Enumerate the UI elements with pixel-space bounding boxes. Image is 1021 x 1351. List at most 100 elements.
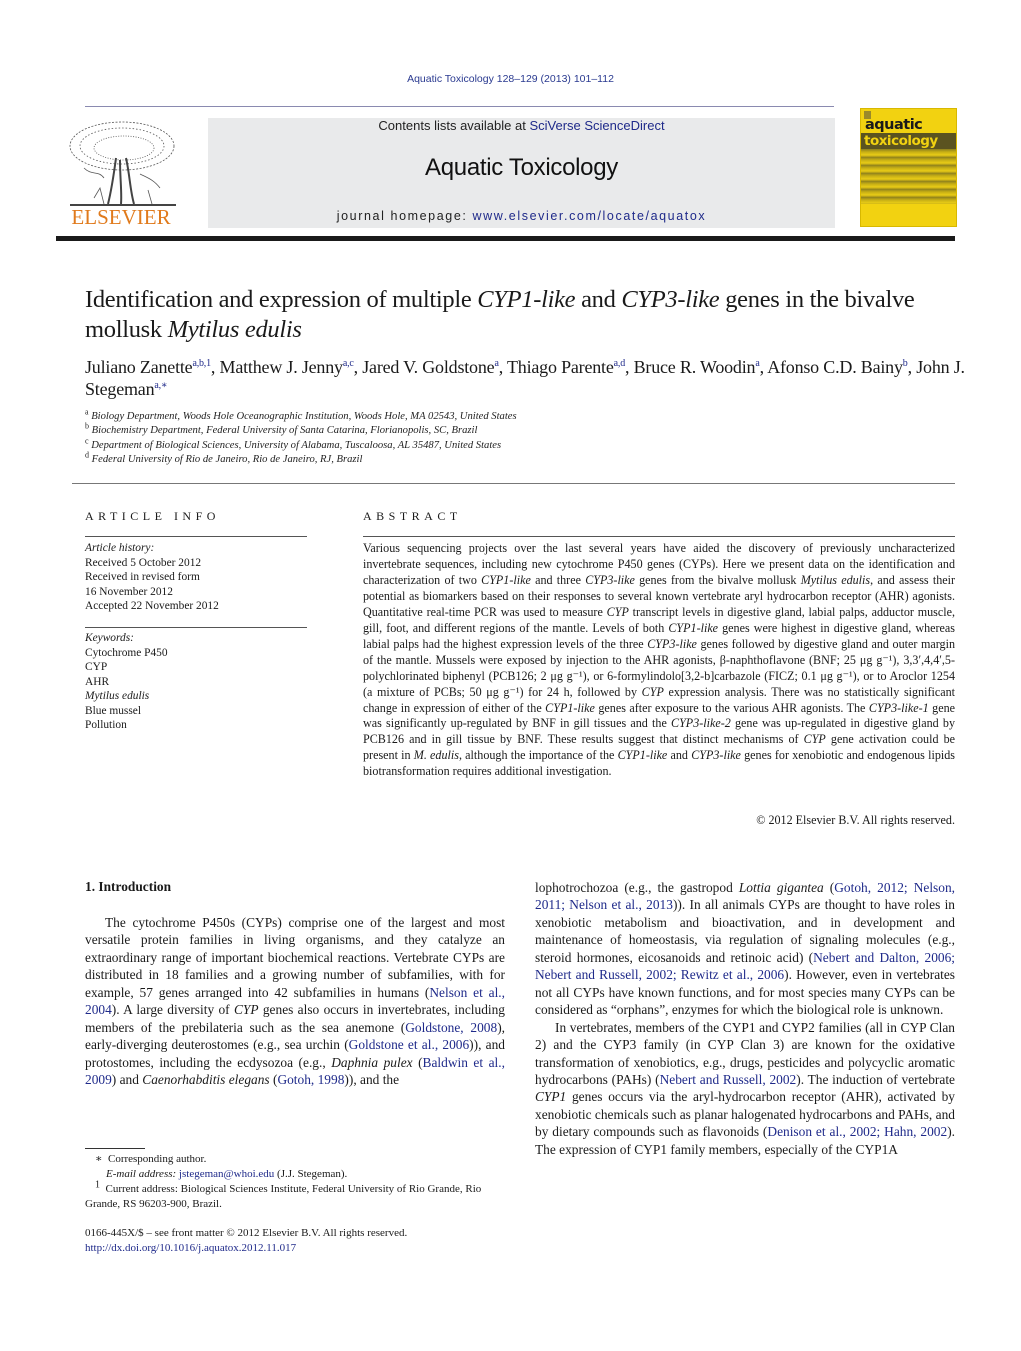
title-species: Mytilus edulis xyxy=(167,316,302,343)
author-name[interactable]: Matthew J. Jenny xyxy=(220,357,343,377)
italic-term: CYP1-like xyxy=(668,620,719,635)
keyword: Blue mussel xyxy=(85,704,142,717)
italic-term: CYP xyxy=(641,684,664,699)
journal-homepage-link[interactable]: www.elsevier.com/locate/aquatox xyxy=(473,209,707,223)
contents-line: Contents lists available at SciVerse Sci… xyxy=(208,118,835,133)
abstract-text: Various sequencing projects over the las… xyxy=(363,541,955,780)
footnote-divider xyxy=(85,1148,145,1149)
cover-title-line1: aquatic xyxy=(865,117,923,133)
italic-term: CYP3-like xyxy=(585,572,635,587)
author-separator: , xyxy=(353,357,363,377)
footnote-text: Corresponding author. xyxy=(107,1153,207,1165)
text-run: genes from the bivalve mollusk xyxy=(634,572,801,587)
text-run: ) and xyxy=(111,1072,143,1088)
title-text: Identification and expression of multipl… xyxy=(85,286,478,313)
header-divider xyxy=(85,106,834,107)
footnote-text: Current address: Biological Sciences Ins… xyxy=(85,1183,482,1210)
author-name[interactable]: Juliano Zanette xyxy=(85,357,193,377)
abstract-divider xyxy=(363,536,955,537)
italic-term: CYP3-like xyxy=(691,748,741,763)
keywords-label: Keywords: xyxy=(85,632,134,644)
affiliation-item: a Biology Department, Woods Hole Oceanog… xyxy=(85,408,685,424)
italic-term: CYP xyxy=(606,604,629,619)
contents-prefix: Contents lists available at xyxy=(378,118,530,133)
author-affiliation-mark[interactable]: a,b,1 xyxy=(192,358,211,369)
history-item: Received 5 October 2012 xyxy=(85,556,202,569)
italic-term: CYP xyxy=(233,1002,259,1018)
email-link[interactable]: jstegeman@whoi.edu xyxy=(179,1168,274,1180)
citation-link[interactable]: Gotoh, 1998 xyxy=(277,1072,344,1087)
italic-term: CYP1-like xyxy=(617,748,668,763)
footnote-mark: ∗ xyxy=(95,1153,103,1165)
elsevier-logo[interactable]: ELSEVIER xyxy=(56,118,186,230)
text-run: ( xyxy=(412,1054,423,1070)
journal-citation-link[interactable]: Aquatic Toxicology 128–129 (2013) 101–11… xyxy=(0,73,1021,85)
article-info-heading: ARTICLE INFO xyxy=(85,509,220,523)
keyword: Mytilus edulis xyxy=(85,690,150,702)
italic-term: Caenorhabditis elegans xyxy=(142,1072,270,1088)
italic-term: Daphnia pulex xyxy=(331,1054,413,1070)
journal-title: Aquatic Toxicology xyxy=(425,154,618,181)
article-info-divider xyxy=(85,536,307,537)
front-matter-issn: 0166-445X/$ – see front matter © 2012 El… xyxy=(85,1227,408,1239)
cover-title-band: toxicology xyxy=(861,133,956,149)
front-matter: 0166-445X/$ – see front matter © 2012 El… xyxy=(85,1226,505,1256)
text-run: ( xyxy=(823,880,835,895)
author-affiliation-mark[interactable]: a,∗ xyxy=(154,380,167,391)
history-item: Received in revised form xyxy=(85,571,200,583)
author-list: Juliano Zanettea,b,1, Matthew J. Jennya,… xyxy=(85,356,965,400)
author-name[interactable]: Jared V. Goldstone xyxy=(362,357,494,377)
keyword: Pollution xyxy=(85,719,127,731)
elsevier-wordmark: ELSEVIER xyxy=(71,205,171,229)
affiliation-divider xyxy=(72,483,955,484)
italic-term: CYP xyxy=(803,732,826,747)
author-separator: , xyxy=(498,357,507,377)
text-run: genes after exposure to the various AHR … xyxy=(594,700,869,715)
title-gene-1: CYP1-like xyxy=(477,286,576,313)
author-name[interactable]: Afonso C.D. Bainy xyxy=(767,357,903,377)
keyword: CYP xyxy=(85,661,108,673)
cover-water-image xyxy=(861,149,956,204)
citation-link[interactable]: Goldstone et al., 2006 xyxy=(349,1037,470,1052)
footnote-mark: 1 xyxy=(95,1179,100,1191)
article-history: Article history: Received 5 October 2012… xyxy=(85,541,315,614)
author-separator: , xyxy=(907,357,917,377)
italic-term: M. edulis xyxy=(413,748,459,763)
text-run: ). The induction of vertebrate xyxy=(796,1071,955,1087)
italic-term: CYP1 xyxy=(535,1089,567,1105)
doi-link[interactable]: http://dx.doi.org/10.1016/j.aquatox.2012… xyxy=(85,1241,505,1256)
elsevier-tree-icon xyxy=(69,121,176,206)
author-name[interactable]: Bruce R. Woodin xyxy=(634,357,756,377)
affiliation-item: b Biochemistry Department, Federal Unive… xyxy=(85,422,685,438)
history-item: 16 November 2012 xyxy=(85,585,173,598)
author-name[interactable]: Thiago Parente xyxy=(507,357,614,377)
author-affiliation-mark[interactable]: a,c xyxy=(343,358,354,369)
cover-title-line2: toxicology xyxy=(864,133,938,149)
affiliation-text: Federal University of Rio de Janeiro, Ri… xyxy=(89,454,363,466)
text-run: ). A large diversity of xyxy=(111,1002,234,1018)
body-paragraph: The cytochrome P450s (CYPs) comprise one… xyxy=(85,914,505,1089)
footnote-corresponding: ∗ Corresponding author. xyxy=(85,1152,505,1167)
sciencedirect-link[interactable]: SciVerse ScienceDirect xyxy=(529,118,664,133)
italic-term: Lottia gigantea xyxy=(738,880,824,895)
journal-cover-image[interactable]: aquatic toxicology xyxy=(860,108,957,227)
body-column-right: lophotrochozoa (e.g., the gastropod Lott… xyxy=(535,879,955,1158)
homepage-line: journal homepage: www.elsevier.com/locat… xyxy=(208,209,835,223)
author-affiliation-mark[interactable]: a,d xyxy=(614,358,626,369)
keywords: Keywords: Cytochrome P450 CYP AHR Mytilu… xyxy=(85,631,315,733)
affiliation-text: Biology Department, Woods Hole Oceanogra… xyxy=(88,411,517,422)
keyword: AHR xyxy=(85,675,110,688)
abstract-copyright: © 2012 Elsevier B.V. All rights reserved… xyxy=(756,813,955,827)
italic-term: CYP3-like xyxy=(647,636,697,651)
history-item: Accepted 22 November 2012 xyxy=(85,600,219,612)
citation-link[interactable]: Denison et al., 2002; Hahn, 2002 xyxy=(767,1124,947,1139)
text-run: and xyxy=(667,748,692,763)
footnote-email: E-mail address: jstegeman@whoi.edu (J.J.… xyxy=(85,1167,505,1182)
italic-term: CYP1-like xyxy=(481,572,531,587)
italic-term: CYP3-like-2 xyxy=(671,716,731,731)
body-column-left: The cytochrome P450s (CYPs) comprise one… xyxy=(85,914,505,1089)
italic-term: CYP1-like xyxy=(545,700,595,715)
citation-link[interactable]: Nebert and Russell, 2002 xyxy=(660,1072,797,1087)
citation-link[interactable]: Goldstone, 2008 xyxy=(405,1020,497,1035)
title-gene-2: CYP3-like xyxy=(621,286,720,313)
